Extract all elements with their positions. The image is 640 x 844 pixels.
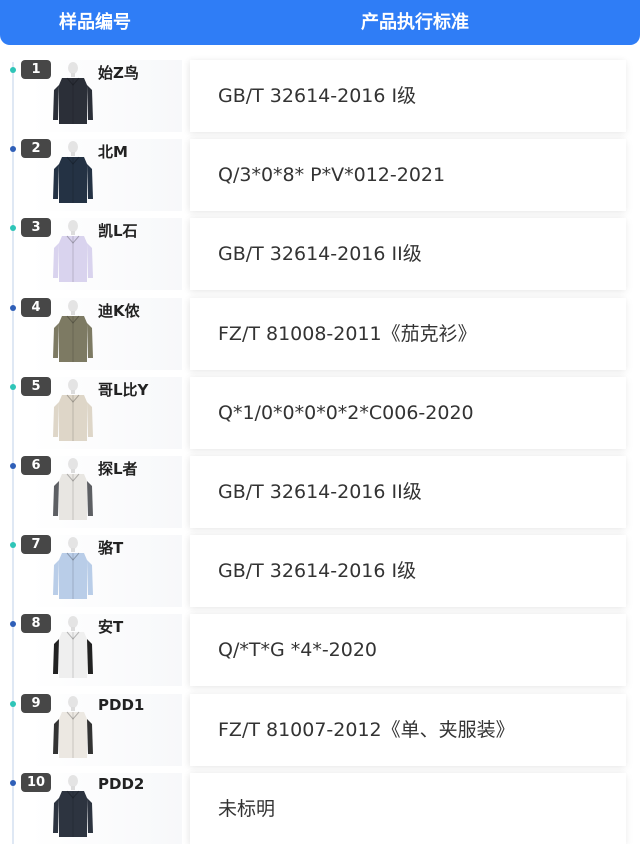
brand-label: 探L者 (98, 460, 138, 478)
table-row: 2 北M Q/3*0*8* P*V*012-2021 (0, 139, 640, 218)
standard-text: Q/3*0*8* P*V*012-2021 (218, 164, 446, 186)
sample-number-badge: 5 (21, 377, 51, 396)
standard-card: 未标明 (190, 773, 626, 844)
brand-label: 安T (98, 618, 124, 636)
table-row: 10 PDD2 未标明 (0, 773, 640, 844)
table-row: 1 始Z鸟 GB/T 32614-2016 I级 (0, 60, 640, 139)
grey-white-jacket-icon (53, 458, 93, 520)
dark-grey-jacket-icon (53, 775, 93, 837)
table-header: 样品编号 产品执行标准 (0, 0, 640, 45)
timeline-dot (10, 542, 16, 548)
standard-card: GB/T 32614-2016 I级 (190, 535, 626, 607)
standard-text: GB/T 32614-2016 I级 (218, 85, 417, 107)
timeline-dot (10, 780, 16, 786)
navy-jacket-icon (53, 141, 93, 203)
table-row: 3 凯L石 GB/T 32614-2016 II级 (0, 218, 640, 297)
standard-card: FZ/T 81008-2011《茄克衫》 (190, 298, 626, 370)
timeline-dot (10, 384, 16, 390)
standard-text: Q/*T*G *4*-2020 (218, 639, 378, 661)
table-row: 9 PDD1 FZ/T 81007-2012《单、夹服装》 (0, 694, 640, 773)
brand-label: 哥L比Y (98, 381, 149, 399)
timeline-dot (10, 67, 16, 73)
timeline-dot (10, 621, 16, 627)
sample-number-badge: 2 (21, 139, 51, 158)
sample-number-badge: 1 (21, 60, 51, 79)
sample-number-badge: 6 (21, 456, 51, 475)
brand-label: 骆T (98, 539, 124, 557)
sample-number-badge: 9 (21, 694, 51, 713)
standard-text: GB/T 32614-2016 II级 (218, 243, 422, 265)
sample-number-badge: 10 (21, 773, 51, 792)
table-row: 7 骆T GB/T 32614-2016 I级 (0, 535, 640, 614)
brand-label: 始Z鸟 (98, 64, 139, 82)
brand-label: 凯L石 (98, 222, 138, 240)
black-white-jacket-icon (53, 616, 93, 678)
standard-text: FZ/T 81008-2011《茄克衫》 (218, 323, 477, 345)
timeline-dot (10, 225, 16, 231)
standard-card: Q/*T*G *4*-2020 (190, 614, 626, 686)
sample-number-badge: 4 (21, 298, 51, 317)
table-row: 6 探L者 GB/T 32614-2016 II级 (0, 456, 640, 535)
light-blue-jacket-icon (53, 537, 93, 599)
header-sample-number: 样品编号 (59, 12, 131, 33)
beige-jacket-icon (53, 379, 93, 441)
timeline-dot (10, 305, 16, 311)
timeline-dot (10, 701, 16, 707)
standard-card: Q/3*0*8* P*V*012-2021 (190, 139, 626, 211)
table-row: 4 迪K侬 FZ/T 81008-2011《茄克衫》 (0, 298, 640, 377)
brand-label: 北M (98, 143, 128, 161)
sample-number-badge: 3 (21, 218, 51, 237)
sample-number-badge: 7 (21, 535, 51, 554)
timeline-dot (10, 146, 16, 152)
standard-card: Q*1/0*0*0*0*2*C006-2020 (190, 377, 626, 449)
standard-card: FZ/T 81007-2012《单、夹服装》 (190, 694, 626, 766)
lavender-jacket-icon (53, 220, 93, 282)
standard-card: GB/T 32614-2016 II级 (190, 218, 626, 290)
olive-jacket-icon (53, 300, 93, 362)
header-product-standard: 产品执行标准 (361, 12, 469, 33)
standard-text: GB/T 32614-2016 II级 (218, 481, 422, 503)
brand-label: PDD1 (98, 696, 145, 714)
table-row: 8 安T Q/*T*G *4*-2020 (0, 614, 640, 693)
standard-card: GB/T 32614-2016 II级 (190, 456, 626, 528)
sample-number-badge: 8 (21, 614, 51, 633)
standard-text: FZ/T 81007-2012《单、夹服装》 (218, 719, 515, 741)
brand-label: 迪K侬 (98, 302, 140, 320)
standard-text: GB/T 32614-2016 I级 (218, 560, 417, 582)
black-jacket-icon (53, 62, 93, 124)
table-row: 5 哥L比Y Q*1/0*0*0*0*2*C006-2020 (0, 377, 640, 456)
standard-card: GB/T 32614-2016 I级 (190, 60, 626, 132)
cream-black-jacket-icon (53, 696, 93, 758)
timeline-dot (10, 463, 16, 469)
brand-label: PDD2 (98, 775, 145, 793)
standard-text: Q*1/0*0*0*0*2*C006-2020 (218, 402, 474, 424)
standard-text: 未标明 (218, 798, 276, 820)
